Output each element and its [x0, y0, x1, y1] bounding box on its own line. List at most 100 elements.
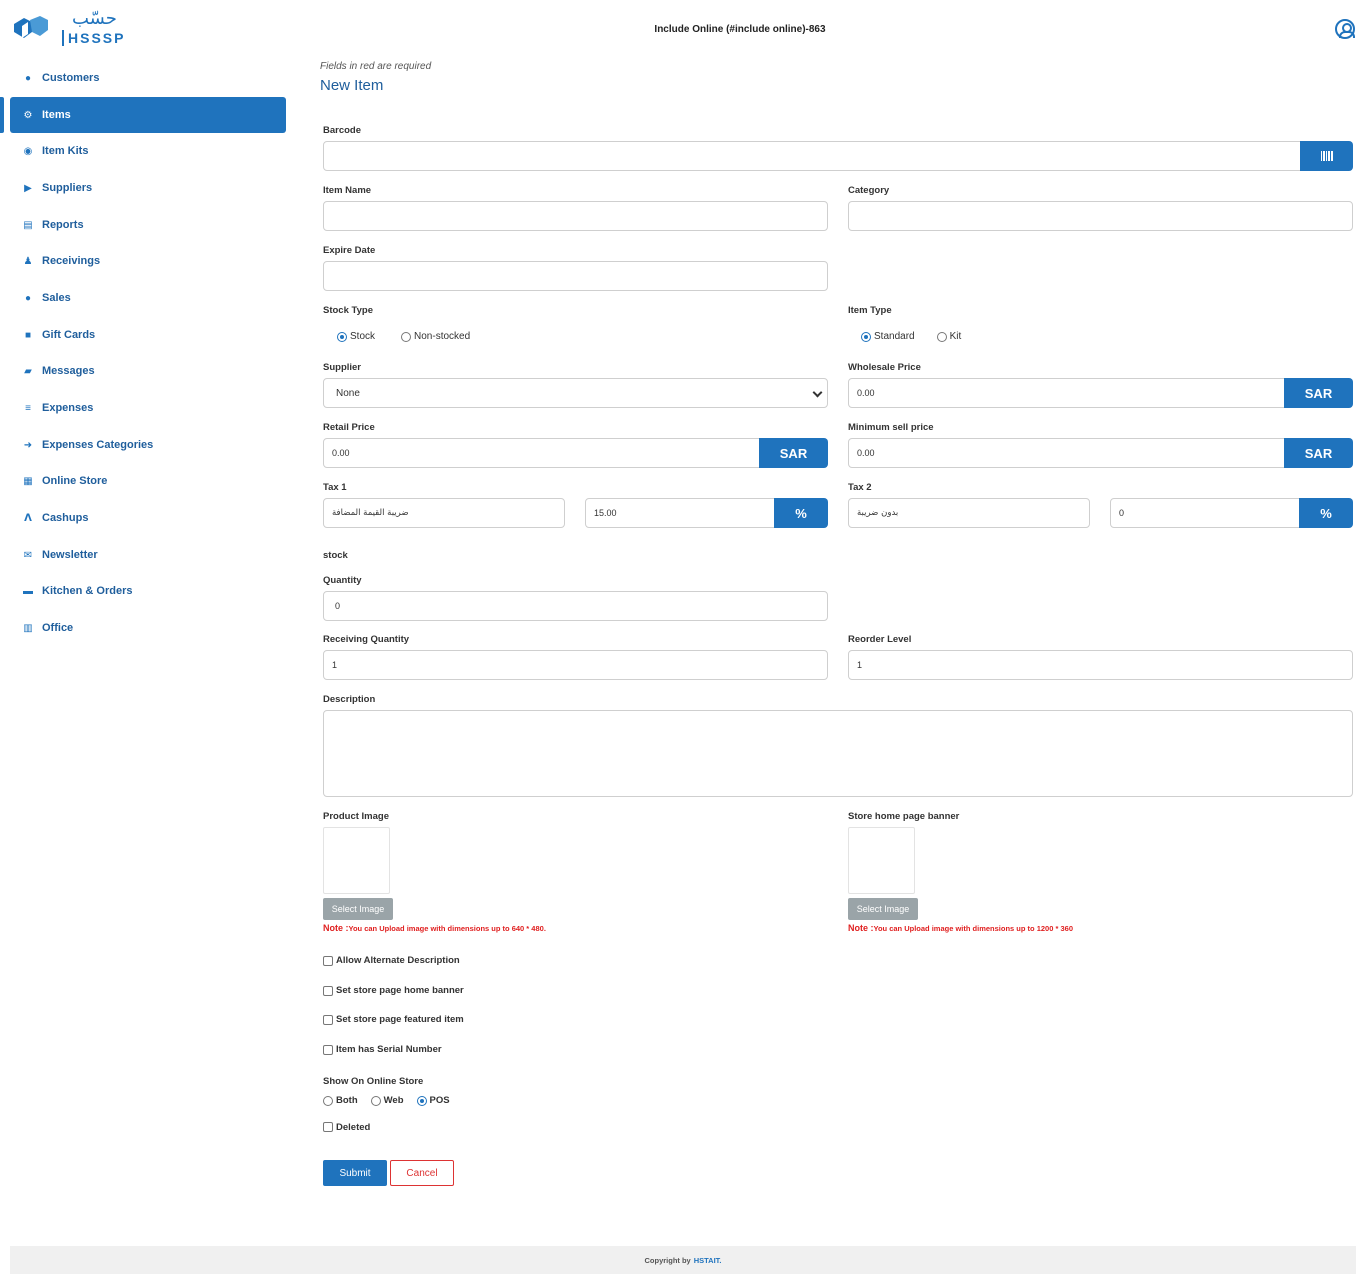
receiving-quantity-label: Receiving Quantity — [323, 634, 410, 645]
banner-select-image-button[interactable]: Select Image — [848, 898, 918, 920]
sidebar-item-messages[interactable]: ▰ Messages — [10, 353, 286, 389]
checkbox-box[interactable] — [323, 1044, 333, 1055]
sidebar-item-office[interactable]: ▥ Office — [10, 610, 286, 646]
category-icon: ➜ — [23, 439, 33, 451]
checkbox-box[interactable] — [323, 1122, 333, 1132]
quantity-input[interactable]: 0 — [323, 591, 828, 621]
tax2-percent-input[interactable]: 0 — [1110, 498, 1300, 528]
checkbox-box[interactable] — [323, 1014, 333, 1025]
stock-type-label: Stock Type — [323, 305, 373, 316]
barcode-label: Barcode — [323, 125, 362, 136]
note-text: You can Upload image with dimensions up … — [873, 924, 1074, 933]
checkbox-home-banner[interactable]: Set store page home banner — [323, 985, 464, 996]
checkbox-deleted[interactable]: Deleted — [323, 1122, 370, 1132]
expire-date-label: Expire Date — [323, 245, 376, 256]
cancel-button[interactable]: Cancel — [390, 1160, 454, 1186]
checkbox-label: Allow Alternate Description — [336, 955, 460, 966]
money-icon: ≡ — [25, 402, 31, 414]
tax1-label: Tax 1 — [323, 482, 347, 493]
sidebar-item-customers[interactable]: ● Customers — [10, 60, 286, 96]
logo-english: HSSSP — [62, 30, 125, 46]
receiving-quantity-input[interactable]: 1 — [323, 650, 828, 680]
kit-icon: ◉ — [23, 145, 33, 157]
banner-image-preview — [848, 827, 915, 894]
note-prefix: Note : — [848, 923, 874, 933]
retail-currency-addon: SAR — [759, 438, 828, 468]
description-label: Description — [323, 694, 376, 705]
barcode-icon — [1320, 151, 1333, 161]
stock-radio[interactable] — [337, 331, 347, 342]
newsletter-icon: ✉ — [23, 549, 33, 561]
item-name-label: Item Name — [323, 185, 372, 196]
min-sell-price-input[interactable]: 0.00 — [848, 438, 1285, 468]
category-label: Category — [848, 185, 890, 196]
category-input[interactable] — [848, 201, 1353, 231]
tax2-percent-addon: % — [1299, 498, 1353, 528]
sidebar-item-label: Messages — [42, 365, 95, 377]
checkbox-box[interactable] — [323, 955, 333, 966]
web-radio[interactable] — [370, 1095, 381, 1106]
supplier-select[interactable]: None — [323, 378, 828, 408]
note-prefix: Note : — [323, 923, 349, 933]
sidebar-item-cashups[interactable]: ꓥ Cashups — [10, 500, 286, 536]
sidebar-item-receivings[interactable]: ♟ Receivings — [10, 243, 286, 279]
sidebar-item-label: Office — [42, 622, 74, 634]
show-online-radios: Both Web POS — [323, 1095, 450, 1106]
checkbox-allow-alt-description[interactable]: Allow Alternate Description — [323, 955, 460, 966]
sidebar-item-gift-cards[interactable]: ■ Gift Cards — [10, 317, 286, 353]
description-textarea[interactable] — [323, 710, 1353, 797]
reorder-level-input[interactable]: 1 — [848, 650, 1353, 680]
app-logo[interactable]: حسّب HSSSP — [10, 8, 125, 48]
sidebar-item-expenses-categories[interactable]: ➜ Expenses Categories — [10, 427, 286, 463]
stock-radio-label: Stock — [350, 331, 376, 342]
wholesale-price-input[interactable]: 0.00 — [848, 378, 1285, 408]
pos-radio[interactable] — [416, 1095, 427, 1106]
sidebar-item-items[interactable]: ⚙ Items — [10, 97, 286, 133]
retail-price-input[interactable]: 0.00 — [323, 438, 760, 468]
standard-radio-label: Standard — [874, 331, 915, 342]
tax2-name-input[interactable]: بدون ضريبة — [848, 498, 1090, 528]
tax1-name-input[interactable]: ضريبة القيمة المضافة — [323, 498, 565, 528]
tax1-percent-input[interactable]: 15.00 — [585, 498, 775, 528]
checkbox-featured-item[interactable]: Set store page featured item — [323, 1014, 464, 1025]
user-account-icon[interactable] — [1335, 19, 1355, 39]
footer-brand-link[interactable]: HSTAIT. — [694, 1256, 722, 1265]
banner-image-note: Note :You can Upload image with dimensio… — [848, 923, 1073, 933]
submit-button[interactable]: Submit — [323, 1160, 387, 1186]
users-icon: ● — [24, 72, 32, 84]
both-radio[interactable] — [323, 1095, 333, 1106]
min-sell-price-label: Minimum sell price — [848, 422, 934, 433]
checkbox-box[interactable] — [323, 985, 333, 996]
non-stocked-radio[interactable] — [401, 331, 412, 342]
sidebar-item-expenses[interactable]: ≡ Expenses — [10, 390, 286, 426]
kitchen-icon: ▬ — [23, 585, 33, 597]
expire-date-input[interactable] — [323, 261, 828, 291]
product-image-preview — [323, 827, 390, 894]
sidebar-item-sales[interactable]: ● Sales — [10, 280, 286, 316]
min-sell-currency-addon: SAR — [1284, 438, 1353, 468]
stock-section-heading: stock — [323, 550, 348, 561]
checkbox-serial-number[interactable]: Item has Serial Number — [323, 1044, 442, 1055]
kit-radio[interactable] — [936, 331, 947, 342]
sidebar-item-label: Online Store — [42, 475, 108, 487]
product-select-image-button[interactable]: Select Image — [323, 898, 393, 920]
footer: Copyright by HSTAIT. — [10, 1246, 1356, 1274]
standard-radio[interactable] — [861, 331, 871, 342]
product-image-note: Note :You can Upload image with dimensio… — [323, 923, 546, 933]
wholesale-currency-addon: SAR — [1284, 378, 1353, 408]
product-image-label: Product Image — [323, 811, 389, 822]
sidebar-item-label: Gift Cards — [42, 329, 96, 341]
sidebar-item-online-store[interactable]: ▦ Online Store — [10, 463, 286, 499]
checkbox-label: Set store page home banner — [336, 985, 464, 996]
sidebar-item-item-kits[interactable]: ◉ Item Kits — [10, 133, 286, 169]
item-name-input[interactable] — [323, 201, 828, 231]
barcode-input[interactable] — [323, 141, 1301, 171]
sidebar-item-suppliers[interactable]: ▶ Suppliers — [10, 170, 286, 206]
box-icon: ⚙ — [23, 109, 33, 121]
reorder-level-label: Reorder Level — [848, 634, 912, 645]
barcode-scan-button[interactable] — [1300, 141, 1353, 171]
sidebar-item-newsletter[interactable]: ✉ Newsletter — [10, 537, 286, 573]
sidebar-item-kitchen-orders[interactable]: ▬ Kitchen & Orders — [10, 573, 286, 609]
sidebar-item-label: Item Kits — [42, 145, 89, 157]
sidebar-item-reports[interactable]: ▤ Reports — [10, 207, 286, 243]
